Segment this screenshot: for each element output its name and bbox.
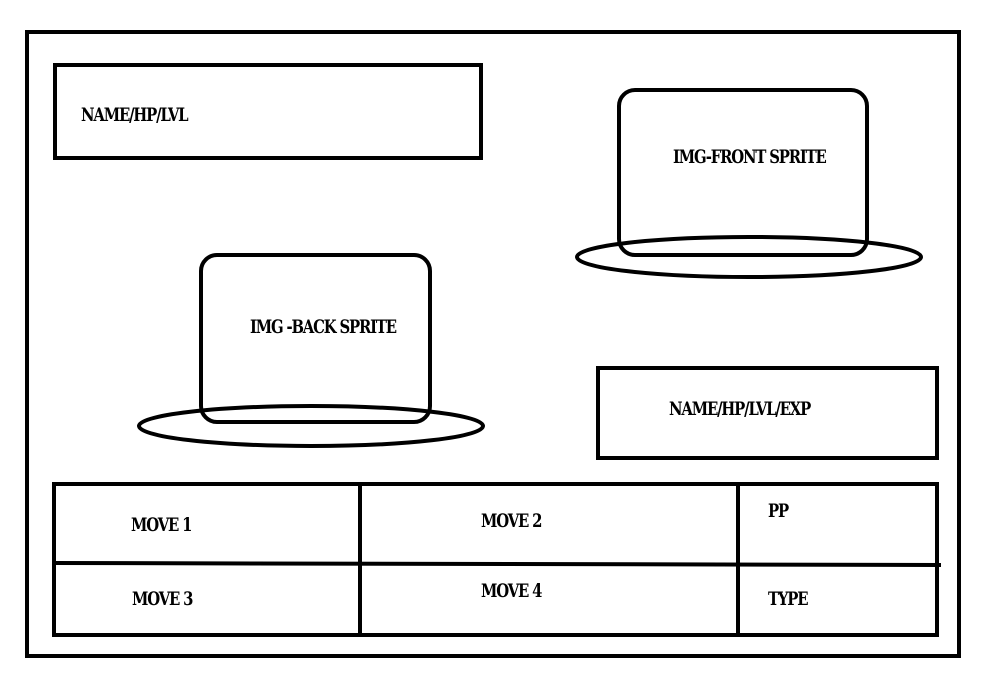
enemy-info-label: NAME/HP/LVL bbox=[81, 104, 189, 126]
type-label: TYPE bbox=[768, 588, 809, 610]
pp-label: PP bbox=[768, 500, 789, 522]
player-sprite-box bbox=[199, 253, 432, 424]
moves-divider-horizontal bbox=[53, 561, 942, 567]
enemy-sprite-label: IMG-FRONT SPRITE bbox=[673, 146, 827, 168]
move-2-button[interactable]: MOVE 2 bbox=[481, 512, 542, 531]
player-info-label: NAME/HP/LVL/EXP bbox=[669, 398, 811, 420]
move-1-button[interactable]: MOVE 1 bbox=[131, 516, 192, 535]
moves-panel bbox=[52, 482, 939, 637]
player-sprite-label: IMG -BACK SPRITE bbox=[250, 316, 397, 338]
player-platform bbox=[137, 404, 485, 448]
move-3-button[interactable]: MOVE 3 bbox=[132, 590, 193, 609]
move-4-button[interactable]: MOVE 4 bbox=[481, 582, 542, 601]
enemy-sprite-box bbox=[617, 88, 869, 257]
